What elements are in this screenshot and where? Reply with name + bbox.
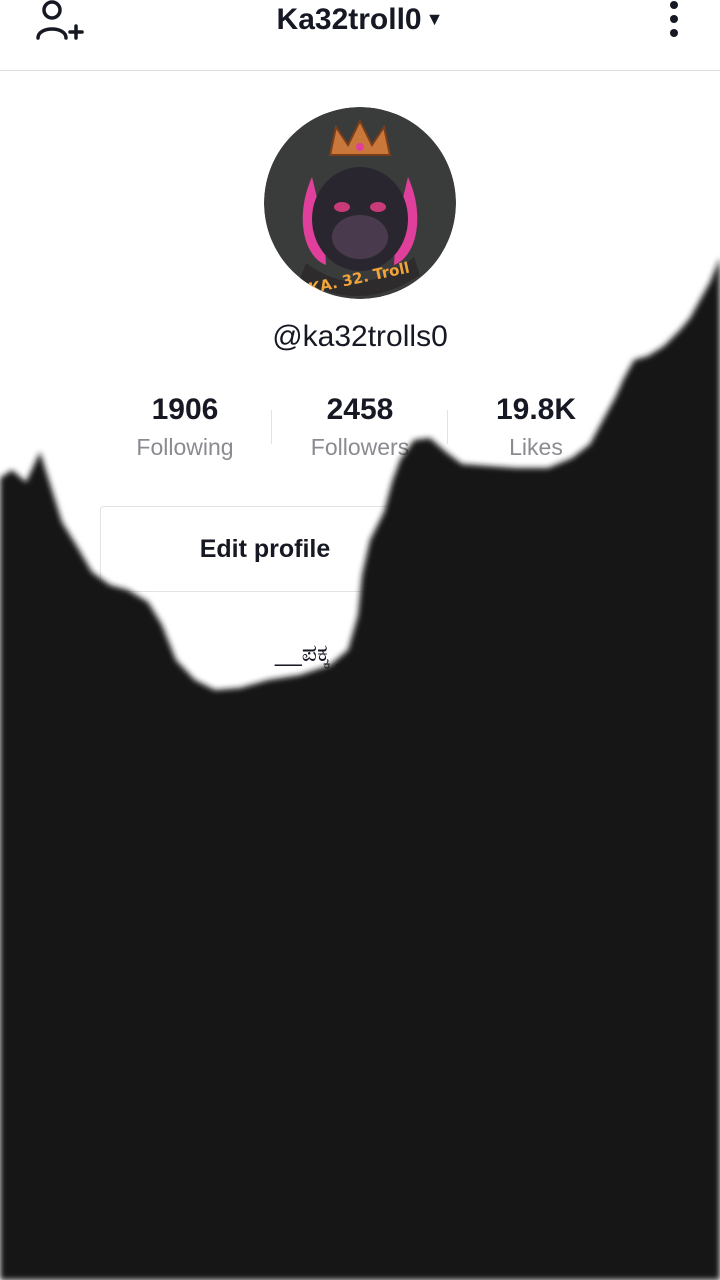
stat-label: Likes [509, 434, 563, 460]
page-title: Ka32troll0 [276, 3, 422, 36]
bio-text-left: __ಪಕ್ಕ _ [274, 640, 351, 667]
stat-value: 19.8K [495, 393, 577, 426]
stat-following[interactable]: 1906 Following [95, 392, 275, 461]
username-handle: @ka32trolls0 [272, 320, 448, 353]
caret-down-icon: ▼ [425, 9, 444, 29]
stat-label: Followers [310, 434, 410, 460]
stat-followers[interactable]: 2458 Followers [270, 392, 450, 461]
stat-likes[interactable]: 19.8K Likes [446, 392, 626, 461]
profile-bio: __ಪಕ್ಕ _ _ಗುಲ [0, 640, 720, 668]
stat-value: 1906 [151, 393, 219, 426]
vertical-dots-icon[interactable] [666, 0, 682, 40]
stat-label: Following [136, 434, 234, 460]
stat-value: 2458 [326, 393, 394, 426]
bio-text-right: _ಗುಲ [395, 640, 446, 667]
crown-icon [358, 642, 387, 662]
edit-profile-button[interactable]: Edit profile [100, 506, 430, 592]
avatar[interactable]: KA. 32. Troll [264, 107, 456, 299]
avatar-image: KA. 32. Troll [264, 107, 456, 299]
top-bar: Ka32troll0 ▼ [0, 0, 720, 71]
account-switcher[interactable]: Ka32troll0 ▼ [0, 2, 720, 37]
